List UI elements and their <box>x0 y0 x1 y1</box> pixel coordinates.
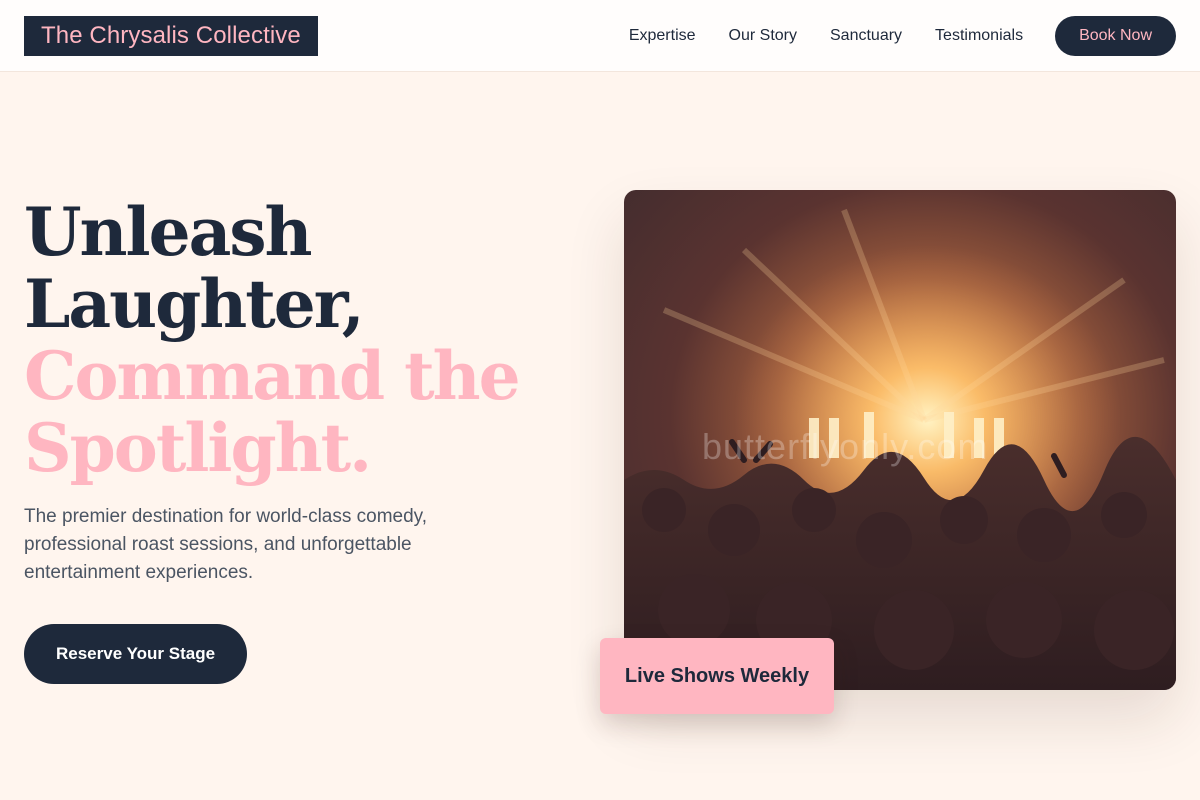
nav-link-testimonials[interactable]: Testimonials <box>935 27 1023 45</box>
concert-crowd-image: butterflyonly.com <box>624 190 1176 690</box>
headline-line-1: Unleash <box>24 193 313 271</box>
nav-link-our-story[interactable]: Our Story <box>729 27 797 45</box>
nav-link-sanctuary[interactable]: Sanctuary <box>830 27 902 45</box>
reserve-stage-button[interactable]: Reserve Your Stage <box>24 624 248 684</box>
hero-headline: Unleash Laughter, Command the Spotlight. <box>24 196 584 484</box>
headline-line-4: Spotlight. <box>24 409 372 487</box>
nav-link-expertise[interactable]: Expertise <box>629 27 696 45</box>
book-now-button[interactable]: Book Now <box>1055 15 1176 56</box>
live-shows-badge: Live Shows Weekly <box>600 638 834 714</box>
image-watermark: butterflyonly.com <box>702 426 989 467</box>
hero-text: Unleash Laughter, Command the Spotlight.… <box>24 196 584 587</box>
headline-line-2: Laughter, <box>24 265 365 343</box>
main-nav: Expertise Our Story Sanctuary Testimonia… <box>596 15 1176 56</box>
hero-subtext: The premier destination for world-class … <box>24 506 428 583</box>
headline-line-3: Command the <box>24 337 521 415</box>
site-header: The Chrysalis Collective Expertise Our S… <box>0 0 1200 72</box>
brand-logo[interactable]: The Chrysalis Collective <box>24 15 318 56</box>
